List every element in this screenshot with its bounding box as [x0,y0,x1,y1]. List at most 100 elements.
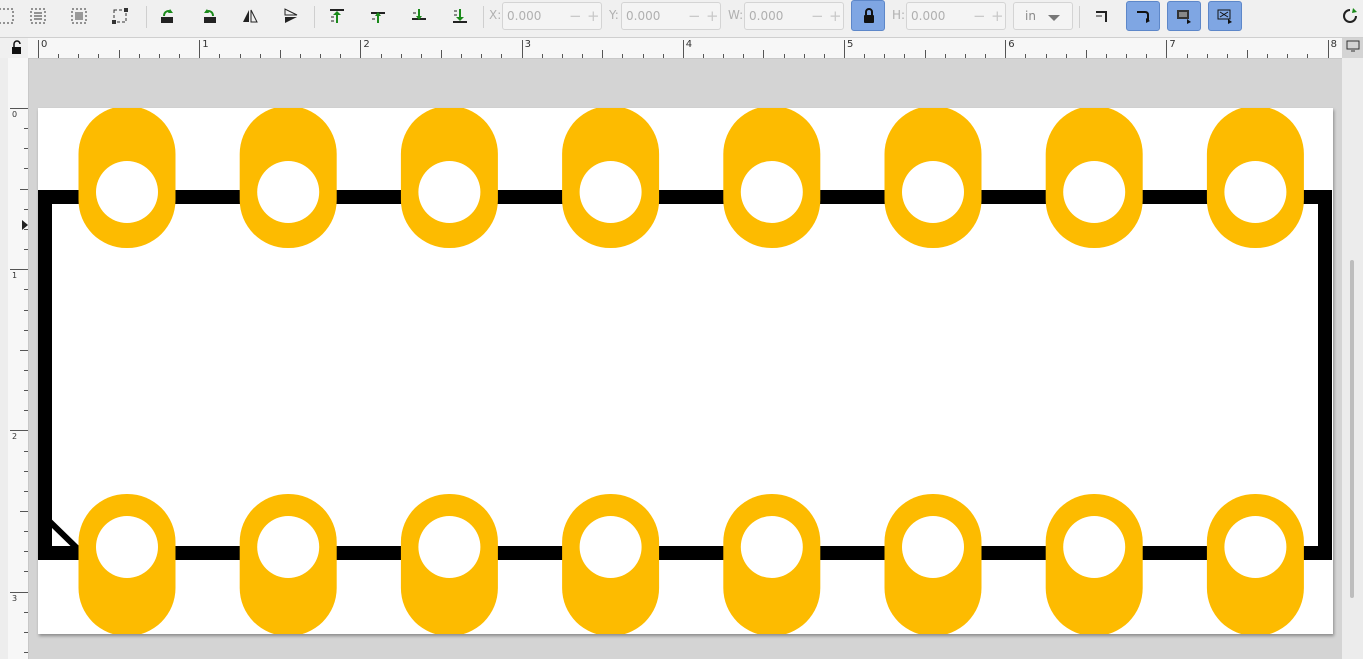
vertical-ruler[interactable]: 0 1 2 3 [8,58,29,659]
x-increment-button[interactable]: + [587,9,600,24]
w-label: W: [728,8,744,22]
h-increment-button[interactable]: + [991,9,1004,24]
lower-to-bottom-icon[interactable] [446,4,474,28]
select-all-layers-icon[interactable] [24,4,52,28]
deselect-icon[interactable] [65,4,93,28]
h-decrement-button[interactable]: − [973,9,986,24]
bounding-box-icon[interactable] [106,4,134,28]
x-field[interactable]: − + [502,2,602,30]
bottom-pad-hole[interactable] [257,516,320,578]
y-field[interactable]: − + [621,2,721,30]
move-gradients-icon[interactable] [1167,1,1201,31]
move-patterns-icon[interactable] [1208,1,1242,31]
y-label: Y: [609,8,619,22]
x-input[interactable] [507,7,567,25]
ruler-minor-tick [864,54,866,58]
top-pad-hole[interactable] [1224,161,1287,223]
top-pad-hole[interactable] [740,161,803,223]
unit-select[interactable]: in [1013,2,1073,30]
bottom-pad-hole[interactable] [579,516,642,578]
ruler-minor-tick [642,54,644,58]
ruler-minor-tick [461,54,463,58]
horizontal-ruler[interactable]: 0 1 2 3 4 5 6 7 8 [28,38,1342,59]
ruler-minor-tick [179,54,181,58]
top-pad-hole[interactable] [96,161,158,223]
ruler-minor-tick [400,54,402,58]
top-pad-hole[interactable] [579,161,642,223]
page-canvas[interactable] [38,108,1333,634]
display-mode-icon[interactable] [1346,40,1360,52]
ruler-major-tick [1005,40,1007,58]
scrollbar-thumb[interactable] [1350,260,1354,598]
unlock-icon[interactable] [10,40,24,54]
ruler-minor-tick [24,249,28,251]
snap-toggle-icon[interactable] [1336,4,1363,28]
ruler-label: 8 [1330,39,1337,50]
ruler-minor-tick [1267,54,1269,58]
ruler-minor-tick [24,450,28,452]
y-increment-button[interactable]: + [706,9,719,24]
x-decrement-button[interactable]: − [569,9,582,24]
ruler-minor-tick [501,54,503,58]
ruler-label: 1 [12,271,18,281]
top-pad-hole[interactable] [902,161,964,223]
ruler-minor-tick [259,54,261,58]
h-field[interactable]: − + [906,2,1006,30]
bottom-pad-hole[interactable] [740,516,803,578]
ruler-minor-tick [24,490,28,492]
x-label: X: [489,8,502,22]
pcb-drawing[interactable] [38,108,1333,634]
ruler-major-tick [199,40,201,58]
ruler-minor-tick [481,54,483,58]
bottom-pad-hole[interactable] [1063,516,1126,578]
bottom-pad-hole[interactable] [1224,516,1287,578]
h-input[interactable] [911,7,971,25]
rotate-ccw-icon[interactable] [154,4,182,28]
scale-stroke-icon[interactable] [1088,4,1116,28]
raise-to-top-icon[interactable] [323,4,351,28]
ruler-minor-tick [24,531,28,533]
ruler-minor-tick [24,168,28,170]
ruler-minor-tick [24,128,28,130]
select-all-icon[interactable] [0,4,20,28]
bottom-pad-hole[interactable] [96,516,158,578]
ruler-minor-tick [24,208,28,210]
bottom-pad-hole[interactable] [418,516,481,578]
flip-horizontal-icon[interactable] [236,4,264,28]
ruler-major-tick [10,108,28,109]
y-input[interactable] [626,7,686,25]
raise-icon[interactable] [364,4,392,28]
chevron-down-icon [1048,15,1060,21]
ruler-minor-tick [1226,54,1228,58]
w-increment-button[interactable]: + [829,9,842,24]
toolbar-separator [483,6,484,28]
ruler-position-marker [22,220,28,230]
vertical-scrollbar[interactable] [1342,40,1363,659]
ruler-minor-tick [1146,54,1148,58]
w-field[interactable]: − + [744,2,844,30]
unit-value: in [1025,9,1036,23]
w-decrement-button[interactable]: − [811,9,824,24]
bottom-pad-hole[interactable] [902,516,964,578]
w-input[interactable] [749,7,809,25]
y-decrement-button[interactable]: − [688,9,701,24]
top-pad-hole[interactable] [257,161,320,223]
ruler-label: 2 [12,432,18,442]
ruler-label: 2 [363,39,370,50]
lower-icon[interactable] [405,4,433,28]
rotate-cw-icon[interactable] [195,4,223,28]
ruler-minor-tick [24,390,28,392]
scale-corners-icon[interactable] [1126,1,1160,31]
ruler-label: 6 [1008,39,1015,50]
top-pad-hole[interactable] [1063,161,1126,223]
ruler-minor-tick [24,309,28,311]
lock-aspect-button[interactable] [851,0,885,31]
ruler-minor-tick [1126,54,1128,58]
flip-vertical-icon[interactable] [277,4,305,28]
ruler-major-tick [1327,40,1329,58]
ruler-minor-tick [24,470,28,472]
ruler-minor-tick [1287,54,1289,58]
ruler-minor-tick [723,54,725,58]
ruler-minor-tick [24,571,28,573]
top-pad-hole[interactable] [418,161,481,223]
